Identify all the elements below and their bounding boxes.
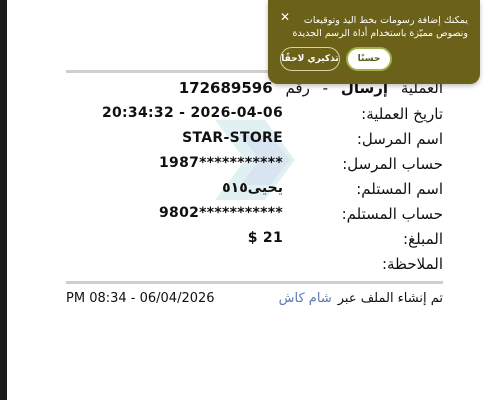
row-sender-account-value: 1987*********** bbox=[159, 155, 283, 171]
row-recipient-account-value: 9802*********** bbox=[159, 205, 283, 221]
window-edge bbox=[0, 0, 7, 400]
footer-timestamp: PM 08:34 - 06/04/2026 bbox=[66, 291, 215, 306]
row-recipient-account: حساب المستلم: 9802*********** bbox=[66, 205, 443, 227]
popup-message: يمكنك إضافة رسومات بخط اليد وتوقيعات ونص… bbox=[292, 15, 468, 39]
drawing-tool-popup: ✕ يمكنك إضافة رسومات بخط اليد وتوقيعات و… bbox=[268, 0, 480, 84]
row-date-value: 20:34:32 - 2026-04-06 bbox=[101, 105, 283, 121]
row-note-label: الملاحظة: bbox=[381, 255, 443, 273]
row-recipient-name: اسم المستلم: يحيى٥١٥ bbox=[66, 180, 443, 202]
footer-created-via: تم إنشاء الملف عبر شام كاش bbox=[279, 291, 443, 306]
row-date-label: تاريخ العملية: bbox=[361, 105, 443, 123]
row-recipient-name-label: اسم المستلم: bbox=[356, 180, 443, 198]
row-note: الملاحظة: bbox=[66, 255, 443, 277]
row-sender-name-value: STAR-STORE bbox=[182, 130, 283, 146]
row-recipient-name-value: يحيى٥١٥ bbox=[222, 180, 283, 196]
receipt-footer: تم إنشاء الملف عبر شام كاش PM 08:34 - 06/… bbox=[66, 291, 443, 311]
row-date: تاريخ العملية: 20:34:32 - 2026-04-06 bbox=[66, 105, 443, 127]
row-sender-name: اسم المرسل: STAR-STORE bbox=[66, 130, 443, 152]
row-sender-account-label: حساب المرسل: bbox=[342, 155, 443, 173]
bottom-divider bbox=[66, 281, 443, 284]
footer-brand: شام كاش bbox=[278, 291, 332, 306]
row-recipient-account-label: حساب المستلم: bbox=[341, 205, 443, 223]
row-sender-name-label: اسم المرسل: bbox=[356, 130, 443, 148]
row-amount-label: المبلغ: bbox=[403, 230, 443, 248]
footer-created-text: تم إنشاء الملف عبر bbox=[337, 291, 443, 306]
operation-number: 172689596 bbox=[178, 79, 273, 97]
row-amount-value: $ 21 bbox=[247, 230, 283, 246]
ok-button[interactable]: حسنًا bbox=[346, 47, 392, 71]
row-sender-account: حساب المرسل: 1987*********** bbox=[66, 155, 443, 177]
remind-later-button[interactable]: تذكيري لاحقًا bbox=[280, 47, 340, 71]
row-amount: المبلغ: $ 21 bbox=[66, 230, 443, 252]
